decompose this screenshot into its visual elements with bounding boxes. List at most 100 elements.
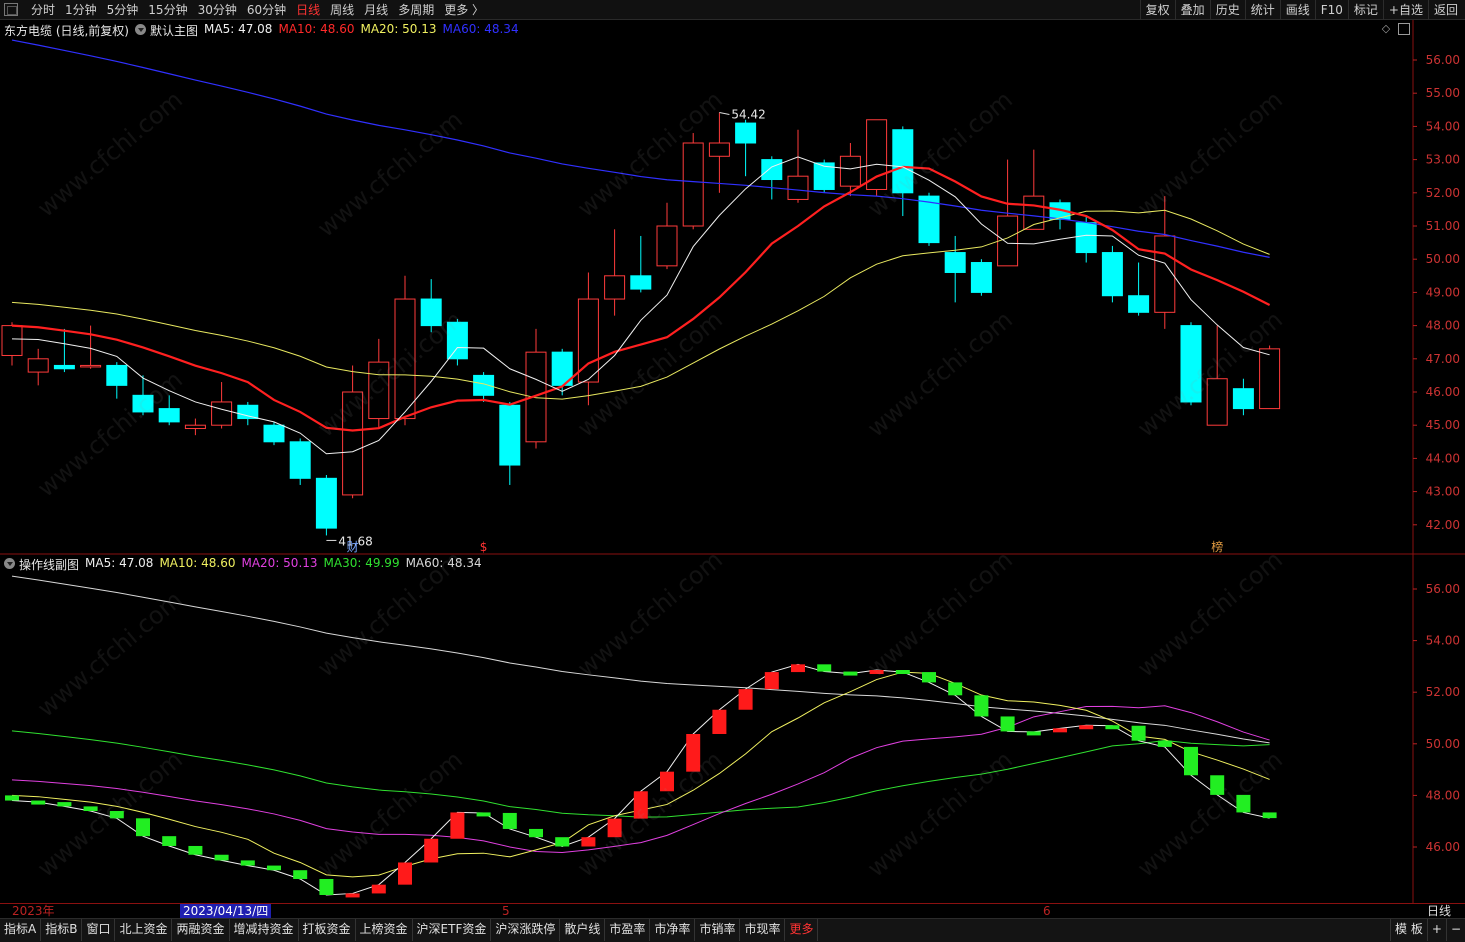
candle-body xyxy=(1128,295,1150,313)
indicator-tab[interactable]: 北上资金 xyxy=(115,919,173,941)
bottom-control-button[interactable]: + xyxy=(1426,919,1446,941)
candle-body xyxy=(1180,325,1202,403)
y-tick-label: 45.00 xyxy=(1426,418,1460,432)
legend-item: MA20: 50.13 xyxy=(360,22,437,36)
indicator-tab[interactable]: 市现率 xyxy=(740,919,786,941)
maximize-icon[interactable] xyxy=(1398,23,1410,35)
indicator-tab[interactable]: 指标A xyxy=(0,919,42,941)
indicator-tab[interactable]: 打板资金 xyxy=(299,919,356,941)
sub-indicator-chart[interactable]: 56.00 54.00 52.00 50.00 48.00 46.00 xyxy=(0,555,1465,903)
tool-button[interactable]: +自选 xyxy=(1382,0,1428,20)
top-toolbar: 分时 1分钟 5分钟 15分钟 30分钟 60分钟 日线 周线 月线 多周期 更多 〉 复权 叠加 历史… xyxy=(0,0,1465,20)
operation-bar xyxy=(214,854,229,861)
tool-button[interactable]: F10 xyxy=(1314,0,1348,20)
y-tick-label: 48.00 xyxy=(1426,788,1460,802)
operation-bar xyxy=(869,670,884,675)
bottom-control-button[interactable]: 模 板 xyxy=(1390,919,1427,941)
legend-item: MA5: 47.08 xyxy=(85,556,154,570)
indicator-tab[interactable]: 增减持资金 xyxy=(230,919,299,941)
period-tab[interactable]: 5分钟 xyxy=(102,0,144,20)
indicator-tab[interactable]: 市净率 xyxy=(650,919,696,941)
sub-legend: 操作线副图 MA5: 47.08 MA10: 48.60 MA20: 50.13 MA… xyxy=(4,556,488,573)
tool-button[interactable]: 历史 xyxy=(1209,0,1245,20)
y-tick-label: 50.00 xyxy=(1426,737,1460,751)
period-tab[interactable]: 60分钟 xyxy=(242,0,291,20)
tool-button[interactable]: 返回 xyxy=(1427,0,1463,20)
y-tick-label: 52.00 xyxy=(1426,685,1460,699)
tool-button[interactable]: 画线 xyxy=(1279,0,1315,20)
candle-body xyxy=(315,477,337,529)
bottom-control-button[interactable]: − xyxy=(1445,919,1465,941)
legend-item: MA60: 48.34 xyxy=(442,22,519,36)
period-tab[interactable]: 月线 xyxy=(359,0,393,20)
period-tab[interactable]: 更多 〉 xyxy=(439,0,489,20)
operation-bar xyxy=(607,818,622,838)
indicator-tab[interactable]: 市盈率 xyxy=(605,919,651,941)
indicator-tab[interactable]: 更多 xyxy=(785,919,819,941)
period-tab[interactable]: 30分钟 xyxy=(193,0,242,20)
y-tick-label: 44.00 xyxy=(1426,451,1460,465)
indicator-tab[interactable]: 散户线 xyxy=(560,919,606,941)
operation-bar xyxy=(895,670,910,675)
stock-title[interactable]: 东方电缆 (日线,前复权) xyxy=(4,22,129,39)
month-5-label: 5 xyxy=(502,904,510,918)
tool-button[interactable]: 标记 xyxy=(1347,0,1383,20)
tool-button[interactable]: 复权 xyxy=(1139,0,1175,20)
indicator-tab[interactable]: 指标B xyxy=(41,919,83,941)
operation-bar xyxy=(581,837,596,847)
tool-button[interactable]: 叠加 xyxy=(1174,0,1210,20)
cursor-date: 2023/04/13/四 xyxy=(180,904,272,919)
candle-body xyxy=(866,119,888,190)
candle-body xyxy=(420,298,442,327)
operation-bar xyxy=(764,672,779,690)
operation-bar xyxy=(1210,775,1225,795)
indicator-tab[interactable]: 沪深涨跌停 xyxy=(491,919,561,941)
indicator-tab[interactable]: 沪深ETF资金 xyxy=(413,919,492,941)
period-tab[interactable]: 日线 xyxy=(291,0,325,20)
period-label: 日线 xyxy=(1426,904,1451,918)
operation-bar xyxy=(817,664,832,672)
operation-bar xyxy=(1131,725,1146,741)
period-tab[interactable]: 周线 xyxy=(325,0,359,20)
period-tab[interactable]: 1分钟 xyxy=(60,0,102,20)
y-tick-label: 43.00 xyxy=(1426,485,1460,499)
sub-title[interactable]: 操作线副图 xyxy=(19,556,79,573)
candle-body xyxy=(735,122,757,144)
operation-bar xyxy=(502,812,517,829)
candle-body xyxy=(368,361,390,420)
candle-body xyxy=(944,252,966,273)
y-tick-label: 56.00 xyxy=(1426,53,1460,67)
period-tab[interactable]: 多周期 xyxy=(393,0,439,20)
legend-item: MA5: 47.08 xyxy=(204,22,273,36)
indicator-tab[interactable]: 上榜资金 xyxy=(356,919,413,941)
candle-body xyxy=(656,225,678,267)
chart-controls: ◇ xyxy=(1380,23,1410,35)
indicator-tab[interactable]: 窗口 xyxy=(82,919,116,941)
dropdown-circle-icon[interactable] xyxy=(4,558,15,569)
indicator-tab[interactable]: 市销率 xyxy=(695,919,741,941)
candle-body xyxy=(761,159,783,181)
dropdown-circle-icon[interactable] xyxy=(135,24,146,35)
diamond-icon[interactable]: ◇ xyxy=(1380,23,1392,35)
indicator-tab[interactable]: 两融资金 xyxy=(172,919,230,941)
candle-body xyxy=(682,142,704,227)
y-tick-label: 50.00 xyxy=(1426,252,1460,266)
period-tab[interactable]: 15分钟 xyxy=(143,0,192,20)
template-label[interactable]: 默认主图 xyxy=(150,22,198,39)
candle-body xyxy=(1075,222,1097,254)
event-marker: $ xyxy=(480,540,488,554)
operation-bar xyxy=(267,865,281,871)
operation-bar xyxy=(948,682,963,696)
window-menu-icon[interactable] xyxy=(4,3,18,16)
event-marker: 财 xyxy=(347,540,359,554)
operation-bar xyxy=(319,878,334,895)
y-tick-label: 42.00 xyxy=(1426,518,1460,532)
operation-bar xyxy=(1157,740,1172,747)
legend-item: MA10: 48.60 xyxy=(159,556,236,570)
ma5-line xyxy=(11,156,1270,455)
right-tools: 复权 叠加 历史 统计 画线 F10 标记 +自选 返回 xyxy=(1139,0,1463,20)
tool-button[interactable]: 统计 xyxy=(1244,0,1280,20)
period-tab[interactable]: 分时 xyxy=(26,0,60,20)
main-kline-chart[interactable]: 56.00 55.00 54.00 53.00 52.00 51.00 50.00 49.00… xyxy=(0,20,1465,555)
y-tick-label: 54.00 xyxy=(1426,634,1460,648)
